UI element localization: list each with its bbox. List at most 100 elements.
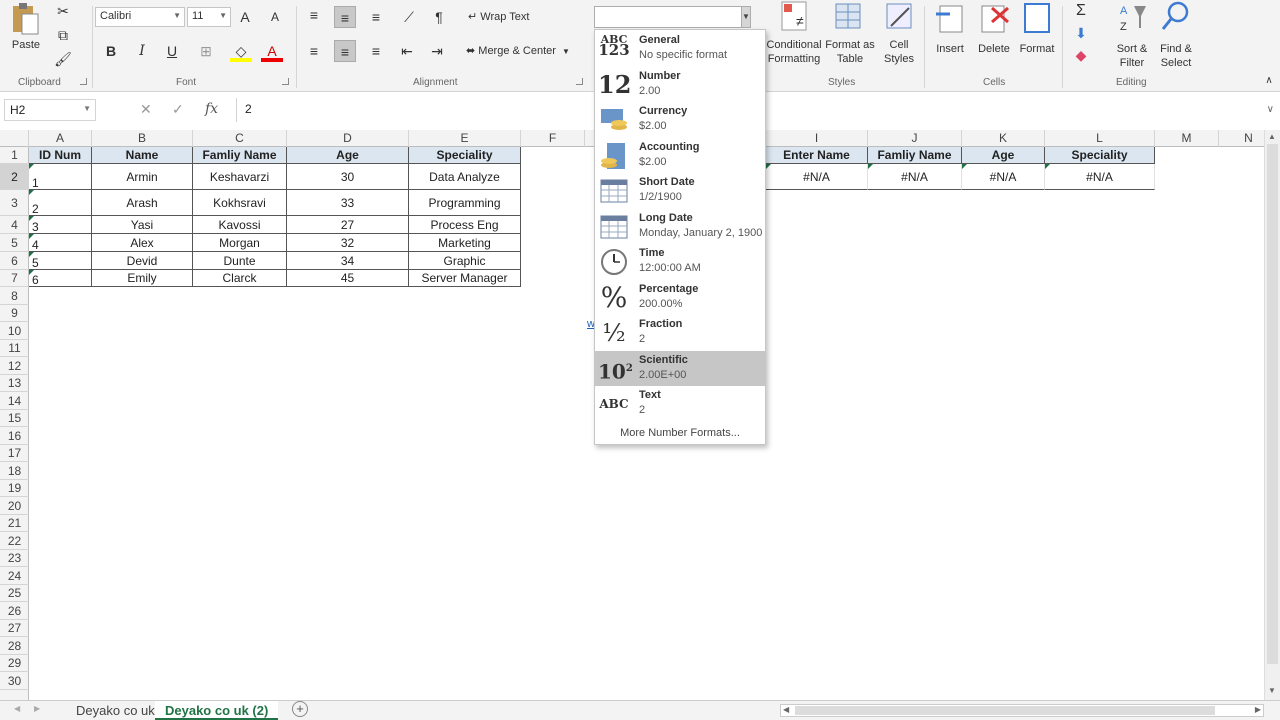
expand-formula-bar-icon[interactable]: ∨ [1267,104,1274,115]
bold-button[interactable]: B [100,40,122,62]
table-cell[interactable]: Dunte [193,252,287,270]
row-header[interactable]: 30 [0,672,29,690]
row-header[interactable]: 1 [0,147,29,164]
table-cell[interactable]: 33 [287,190,409,216]
copy-icon[interactable]: ⧉ [52,24,74,46]
table-cell[interactable]: Emily [92,270,193,287]
format-option-long-date[interactable]: Long Date Monday, January 2, 1900 [595,209,765,245]
scroll-left-icon[interactable]: ◀ [783,705,789,714]
row-header[interactable]: 17 [0,445,29,462]
table-cell[interactable]: 32 [287,234,409,252]
fill-icon[interactable]: ⬇ [1070,22,1092,44]
scroll-up-icon[interactable]: ▲ [1268,132,1276,141]
row-header[interactable]: 22 [0,532,29,550]
row-header[interactable]: 6 [0,252,29,270]
table-cell[interactable]: 34 [287,252,409,270]
column-header-k[interactable]: K [962,130,1045,147]
row-header[interactable]: 11 [0,340,29,357]
format-as-table-button[interactable]: Format as Table [824,0,876,66]
row-header[interactable]: 7 [0,270,29,287]
format-option-short-date[interactable]: Short Date 1/2/1900 [595,173,765,209]
fill-color-icon[interactable]: ◇ [230,40,252,62]
shrink-font-button[interactable]: A [264,6,286,28]
decrease-indent-icon[interactable]: ⇤ [396,40,418,62]
more-number-formats-link[interactable]: More Number Formats... [595,427,765,439]
table-cell[interactable]: Kavossi [193,216,287,234]
row-header[interactable]: 27 [0,620,29,637]
tab-scroll-left-icon[interactable]: ◀ [14,704,20,713]
column-header-b[interactable]: B [92,130,193,147]
row-header[interactable]: 12 [0,357,29,375]
table-cell[interactable]: Graphic [409,252,521,270]
scroll-thumb[interactable] [795,706,1215,715]
row-header[interactable]: 4 [0,216,29,234]
font-color-button[interactable]: A [261,40,283,62]
clear-icon[interactable]: ◆ [1070,44,1092,66]
tab-scroll-right-icon[interactable]: ▶ [34,704,40,713]
format-painter-icon[interactable]: 🖌 [52,48,74,70]
table-cell[interactable]: 1 [29,164,92,190]
lookup-header-cell[interactable]: Enter Name [766,147,868,164]
lookup-header-cell[interactable]: Famliy Name [868,147,962,164]
sheet-tab-active[interactable]: Deyako co uk (2) [155,701,279,720]
alignment-launcher-icon[interactable] [576,78,583,85]
table-cell[interactable]: Devid [92,252,193,270]
row-header[interactable]: 3 [0,190,29,216]
conditional-formatting-button[interactable]: ≠ Conditional Formatting [766,0,822,66]
table-header-cell[interactable]: Age [287,147,409,164]
column-header-e[interactable]: E [409,130,521,147]
format-option-currency[interactable]: Currency $2.00 [595,102,765,138]
format-button[interactable]: Format [1016,0,1058,56]
scroll-down-icon[interactable]: ▼ [1268,686,1276,695]
row-header[interactable]: 16 [0,427,29,445]
format-option-percentage[interactable]: % Percentage 200.00% [595,280,765,316]
row-header[interactable]: 24 [0,567,29,585]
format-option-text[interactable]: ABC Text 2 [595,386,765,422]
horizontal-scrollbar[interactable]: ◀ ▶ [780,704,1264,717]
table-header-cell[interactable]: Name [92,147,193,164]
align-left-icon[interactable]: ≡ [303,40,325,62]
add-sheet-icon[interactable]: + [292,701,308,717]
row-header[interactable]: 29 [0,655,29,672]
row-header[interactable]: 8 [0,287,29,305]
borders-icon[interactable]: ⊞ [195,40,217,62]
insert-function-button[interactable]: fx [205,101,218,117]
insert-button[interactable]: Insert [928,0,972,56]
paragraph-direction-icon[interactable]: ¶ [428,6,450,28]
font-launcher-icon[interactable] [282,78,289,85]
row-header[interactable]: 19 [0,480,29,497]
row-header[interactable]: 10 [0,322,29,340]
name-box[interactable]: H2 ▼ [4,99,96,121]
lookup-result-cell[interactable]: #N/A [962,164,1045,190]
align-center-icon[interactable]: ≡ [334,40,356,62]
row-header[interactable]: 20 [0,497,29,515]
table-cell[interactable]: Kokhsravi [193,190,287,216]
table-header-cell[interactable]: ID Num [29,147,92,164]
table-cell[interactable]: 3 [29,216,92,234]
column-header-d[interactable]: D [287,130,409,147]
sheet-tab[interactable]: Deyako co uk [66,701,165,720]
column-header-c[interactable]: C [193,130,287,147]
table-cell[interactable]: Process Eng [409,216,521,234]
row-header[interactable]: 21 [0,515,29,532]
table-cell[interactable]: 2 [29,190,92,216]
align-middle-icon[interactable]: ≡ [334,6,356,28]
align-bottom-icon[interactable]: ≡ [365,6,387,28]
column-header-a[interactable]: A [29,130,92,147]
column-header-m[interactable]: M [1155,130,1219,147]
table-cell[interactable]: Data Analyze [409,164,521,190]
cell-styles-button[interactable]: Cell Styles [878,0,920,66]
column-header-i[interactable]: I [766,130,868,147]
lookup-header-cell[interactable]: Age [962,147,1045,164]
table-cell[interactable]: 5 [29,252,92,270]
format-option-accounting[interactable]: Accounting $2.00 [595,138,765,174]
lookup-header-cell[interactable]: Speciality [1045,147,1155,164]
grow-font-button[interactable]: A [234,6,256,28]
row-header[interactable]: 2 [0,164,29,190]
row-header[interactable]: 5 [0,234,29,252]
table-cell[interactable]: Programming [409,190,521,216]
find-select-button[interactable]: Find & Select [1154,0,1198,70]
scroll-right-icon[interactable]: ▶ [1255,705,1261,714]
column-header-j[interactable]: J [868,130,962,147]
table-header-cell[interactable]: Famliy Name [193,147,287,164]
